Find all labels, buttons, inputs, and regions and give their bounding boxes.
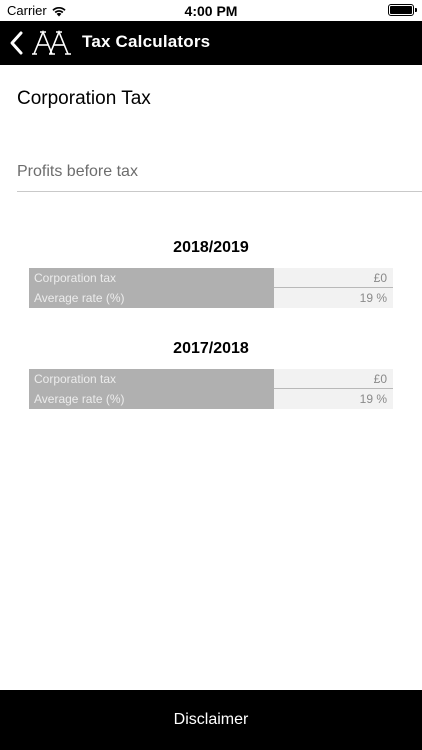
result-label: Corporation tax <box>29 369 274 389</box>
result-label: Corporation tax <box>29 268 274 288</box>
navigation-bar: Tax Calculators <box>0 21 422 65</box>
results-section-2018-2019: 2018/2019 Corporation tax £0 Average rat… <box>29 236 393 308</box>
results-section-2017-2018: 2017/2018 Corporation tax £0 Average rat… <box>29 337 393 409</box>
chevron-left-icon[interactable] <box>8 30 26 56</box>
brand-logo <box>32 30 71 55</box>
status-bar: Carrier 4:00 PM <box>0 0 422 21</box>
result-label: Average rate (%) <box>29 389 274 409</box>
result-label: Average rate (%) <box>29 288 274 308</box>
battery-icon <box>388 4 417 16</box>
page-title: Corporation Tax <box>17 88 151 109</box>
result-row-average-rate: Average rate (%) 19 % <box>29 288 393 308</box>
disclaimer-button[interactable]: Disclaimer <box>0 690 422 750</box>
result-value: 19 % <box>274 288 393 308</box>
result-row-corporation-tax: Corporation tax £0 <box>29 369 393 389</box>
profits-before-tax-input[interactable] <box>17 152 422 192</box>
year-heading: 2017/2018 <box>173 340 249 357</box>
result-row-average-rate: Average rate (%) 19 % <box>29 389 393 409</box>
result-row-corporation-tax: Corporation tax £0 <box>29 268 393 288</box>
status-time: 4:00 PM <box>184 3 238 19</box>
result-value: 19 % <box>274 389 393 409</box>
nav-title: Tax Calculators <box>82 32 211 51</box>
result-value: £0 <box>274 369 393 389</box>
year-heading: 2018/2019 <box>173 239 249 256</box>
result-value: £0 <box>274 268 393 288</box>
